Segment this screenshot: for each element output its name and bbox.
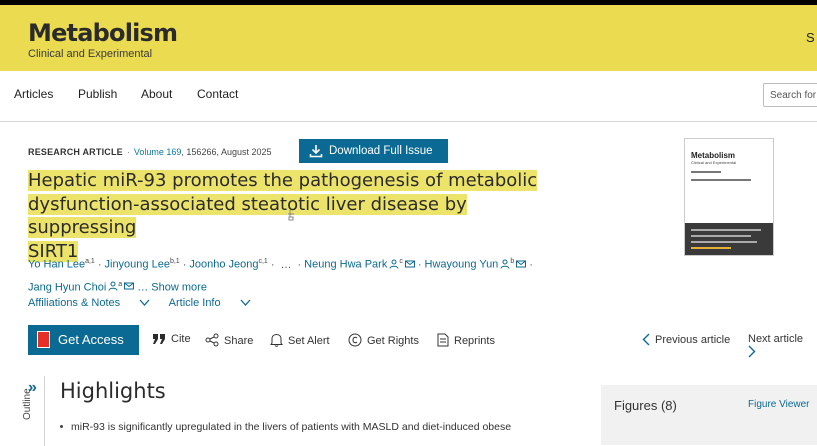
quote-icon [153, 334, 165, 344]
download-icon [309, 145, 323, 158]
copyright-icon [348, 333, 362, 347]
pdf-icon [37, 331, 50, 348]
journal-logo[interactable]: Metabolism [28, 19, 178, 47]
download-full-issue-button[interactable]: Download Full Issue [299, 139, 448, 163]
author-list: Yo Han Leea,1 · Jinyoung Leeb,1 · Joonho Jeo… [28, 258, 533, 294]
journal-cover-image[interactable]: Metabolism Clinical and Experimental [684, 138, 774, 256]
highlights-heading: Highlights [60, 379, 166, 403]
get-access-button[interactable]: Get Access [28, 325, 139, 355]
main-nav: Articles Publish About Contact [0, 71, 817, 122]
author-link[interactable]: Jang Hyun Choi [28, 281, 106, 293]
outline-divider [44, 376, 45, 446]
document-icon [437, 333, 449, 347]
reprints-button[interactable]: Reprints [437, 333, 495, 347]
share-button[interactable]: Share [205, 333, 253, 347]
article-info-toggle[interactable]: Article Info [169, 297, 251, 309]
email-icon[interactable] [404, 259, 415, 269]
share-icon [205, 333, 219, 347]
article-title: Hepatic miR-93 promotes the pathogenesis… [28, 169, 568, 263]
mouse-cursor-icon [288, 210, 294, 221]
set-alert-button[interactable]: Set Alert [270, 333, 330, 347]
search-input[interactable]: Search for [763, 83, 817, 107]
chevron-down-icon [139, 299, 150, 306]
article-type: RESEARCH ARTICLE [28, 147, 123, 157]
volume-link[interactable]: Volume 169 [134, 147, 182, 157]
person-icon [500, 259, 510, 269]
figure-viewer-link[interactable]: Figure Viewer [748, 399, 810, 410]
chevron-down-icon [240, 299, 251, 306]
chevron-right-icon [748, 345, 756, 358]
nav-publish[interactable]: Publish [78, 87, 117, 101]
article-details: , 156266, August 2025 [181, 147, 272, 157]
chevron-left-icon [642, 333, 650, 346]
affiliations-toggle[interactable]: Affiliations & Notes [28, 297, 150, 309]
person-icon [389, 259, 399, 269]
figures-title: Figures (8) [614, 398, 677, 413]
author-link[interactable]: Neung Hwa Park [304, 259, 387, 271]
email-icon[interactable] [124, 281, 135, 291]
info-toggles: Affiliations & Notes Article Info [28, 297, 267, 309]
show-more-link[interactable]: … Show more [137, 281, 207, 293]
author-link[interactable]: Jinyoung Lee [105, 259, 170, 271]
cite-button[interactable]: Cite [152, 333, 191, 345]
bell-icon [270, 333, 283, 347]
author-link[interactable]: Joonho Jeong [189, 259, 258, 271]
journal-subtitle: Clinical and Experimental [28, 48, 153, 60]
get-access-label: Get Access [58, 332, 124, 347]
nav-articles[interactable]: Articles [14, 87, 53, 101]
author-link[interactable]: Hwayoung Yun [425, 259, 499, 271]
author-link[interactable]: Yo Han Lee [28, 259, 85, 271]
header-right-link[interactable]: S [806, 30, 815, 45]
article-meta: RESEARCH ARTICLE · Volume 169, 156266, Aug… [28, 147, 272, 157]
next-article-link[interactable]: Next article [748, 333, 817, 358]
figures-panel [601, 385, 817, 445]
title-line-1: Hepatic miR-93 promotes the pathogenesis… [28, 170, 538, 191]
previous-article-link[interactable]: Previous article [642, 333, 730, 346]
journal-header: Metabolism Clinical and Experimental S [0, 5, 817, 71]
nav-about[interactable]: About [141, 87, 172, 101]
nav-contact[interactable]: Contact [197, 87, 238, 101]
outline-label[interactable]: Outline [22, 388, 33, 420]
highlight-bullet: miR-93 is significantly upregulated in t… [60, 421, 511, 433]
get-rights-button[interactable]: Get Rights [348, 333, 419, 347]
download-label: Download Full Issue [329, 145, 433, 157]
email-icon[interactable] [516, 259, 527, 269]
title-line-2: dysfunction-associated steatotic liver d… [28, 193, 467, 238]
person-icon [108, 281, 118, 291]
